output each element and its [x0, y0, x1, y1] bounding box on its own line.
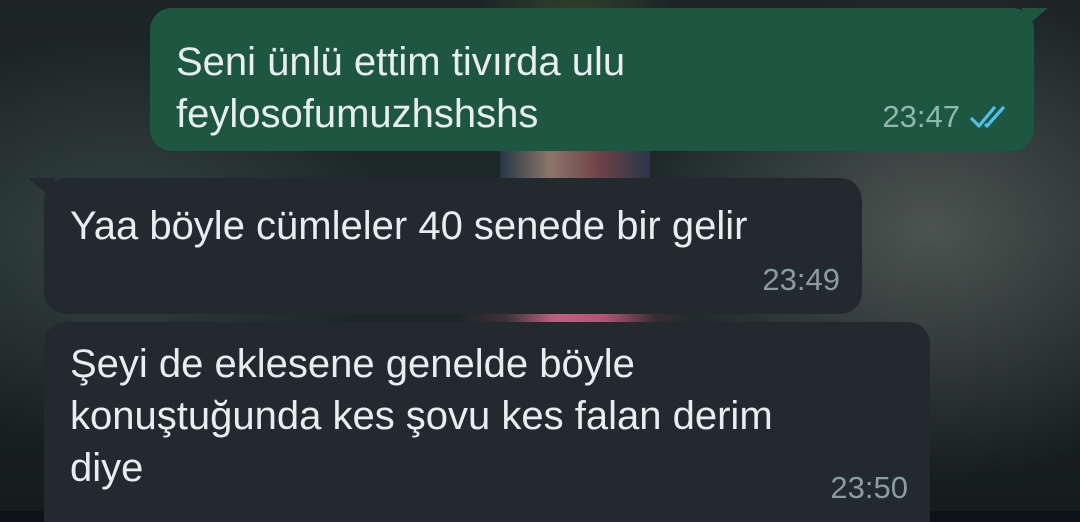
message-time: 23:47 — [882, 99, 960, 134]
message-bubble-incoming[interactable]: Şeyi de eklesene genelde böyle konuştuğu… — [44, 322, 930, 522]
message-time: 23:49 — [762, 262, 840, 297]
message-time: 23:50 — [830, 470, 908, 505]
message-bubble-outgoing[interactable]: Seni ünlü ettim tivırda ulu feylosofumuz… — [150, 8, 1048, 151]
message-meta: 23:50 — [830, 470, 908, 506]
bubble-tail — [28, 178, 54, 200]
double-check-icon — [970, 103, 1012, 131]
message-text: Yaa böyle cümleler 40 senede bir gelir — [70, 204, 748, 248]
wallpaper-photo-detail — [500, 150, 650, 180]
message-meta: 23:47 — [882, 99, 1012, 135]
bubble-tail — [1022, 8, 1048, 30]
message-meta: 23:49 — [762, 262, 840, 298]
message-text: Şeyi de eklesene genelde böyle konuştuğu… — [70, 342, 773, 490]
message-bubble-incoming[interactable]: Yaa böyle cümleler 40 senede bir gelir 2… — [28, 178, 862, 314]
